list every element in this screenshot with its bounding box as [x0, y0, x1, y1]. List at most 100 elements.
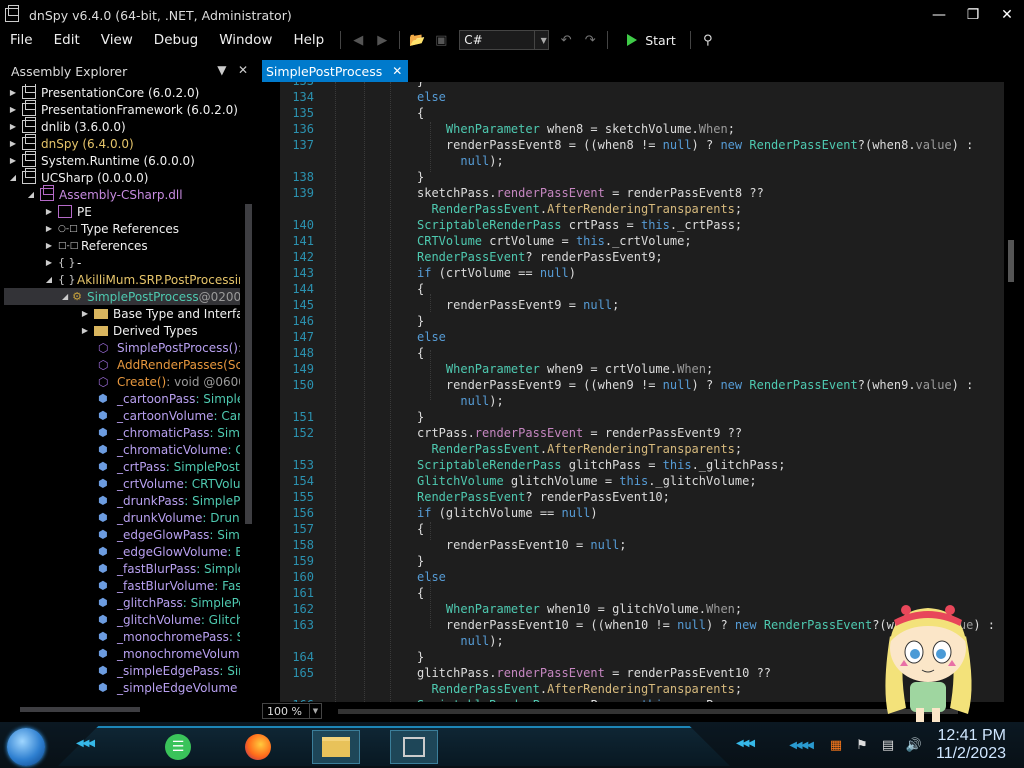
tree-node[interactable]: ▶ PresentationFramework (6.0.2.0)	[8, 100, 238, 118]
scrollbar-thumb[interactable]	[245, 204, 252, 524]
tree-node[interactable]: ⬡Create() : void @06000	[98, 373, 240, 390]
collapse-icon[interactable]: ◢	[62, 292, 68, 301]
expand-icon[interactable]: ▶	[8, 156, 18, 165]
chevron-down-icon: ▼	[534, 31, 548, 49]
tree-node[interactable]: ⬢ _glitchPass : SimplePo	[98, 594, 240, 611]
tree-node[interactable]: ▶Base Type and Interfaces	[80, 305, 240, 322]
expand-icon[interactable]: ▶	[44, 207, 54, 216]
collapse-icon[interactable]: ◢	[8, 173, 18, 182]
zoom-select[interactable]: 100 % ▼	[262, 703, 322, 719]
undo-icon[interactable]: ↶	[557, 31, 575, 49]
field-icon: ⬢	[98, 545, 108, 558]
tree-node[interactable]: ⬢_fastBlurPass : SimpleF	[98, 560, 240, 577]
tree-node[interactable]: ▶{ } -	[44, 254, 81, 271]
tree-node[interactable]: ⬢_simpleEdgePass : Sim	[98, 662, 240, 679]
tree-vertical-scrollbar[interactable]	[245, 84, 252, 704]
taskbar-clock[interactable]: 12:41 PM 11/2/2023	[936, 727, 1006, 763]
dnspy-taskbar-button[interactable]	[390, 730, 438, 764]
tree-node[interactable]: ⬡SimplePostProcess() : v	[98, 339, 240, 356]
tree-horizontal-scrollbar[interactable]	[10, 705, 240, 713]
line-number: 158	[292, 538, 314, 552]
tree-node[interactable]: ⬢_edgeGlowVolume : Ed	[98, 543, 240, 560]
tree-node[interactable]: ▶ PE	[44, 203, 92, 220]
back-icon[interactable]: ◀	[349, 31, 367, 49]
field-icon: ⬢	[98, 477, 108, 490]
editor-vertical-scrollbar[interactable]	[1004, 82, 1018, 702]
tree-node[interactable]: ⬢_fastBlurVolume : Fastl	[98, 577, 240, 594]
expand-icon[interactable]: ▶	[44, 258, 54, 267]
tree-node[interactable]: ▶ ○-□ Type References	[44, 220, 179, 237]
tree-node[interactable]: ⬢_glitchVolume : Glitch\	[98, 611, 240, 628]
tree-node[interactable]: ◢ Assembly-CSharp.dll	[26, 185, 183, 203]
expand-icon[interactable]: ▶	[80, 326, 90, 335]
expand-icon[interactable]: ▶	[8, 122, 18, 131]
menu-debug[interactable]: Debug	[144, 32, 209, 48]
collapse-icon[interactable]: ◢	[26, 190, 36, 199]
search-icon[interactable]: ⚲	[699, 31, 717, 49]
network-icon[interactable]: ▤	[878, 738, 898, 753]
tree-node[interactable]: ▶ dnlib (3.6.0.0)	[8, 117, 126, 135]
tree-node[interactable]: ▶ dnSpy (6.4.0.0)	[8, 134, 134, 152]
tree-node[interactable]: ▶ PresentationCore (6.0.2.0)	[8, 84, 199, 101]
tree-node[interactable]: ◢{ } AkilliMum.SRP.PostProcessing	[44, 271, 240, 288]
tree-node[interactable]: ⬢_edgeGlowPass : Simp	[98, 526, 240, 543]
firefox-button[interactable]	[234, 730, 282, 764]
app-tray-icon[interactable]: ▦	[826, 738, 846, 753]
scrollbar-thumb[interactable]	[338, 709, 958, 714]
tab-simplepostprocess[interactable]: SimplePostProcess ✕	[262, 60, 409, 82]
close-icon[interactable]: ✕	[238, 63, 248, 77]
close-button[interactable]: ✕	[990, 0, 1024, 30]
menu-file[interactable]: File	[0, 32, 44, 48]
tree-node[interactable]: ⬢_cartoonPass : SimpleF	[98, 390, 240, 407]
minimize-button[interactable]: —	[922, 0, 956, 30]
open-folder-icon[interactable]: 📂	[408, 31, 426, 49]
chevron-down-icon[interactable]: ▼	[217, 63, 226, 77]
expand-icon[interactable]: ▶	[8, 105, 18, 114]
scrollbar-thumb[interactable]	[20, 707, 140, 712]
expand-icon[interactable]: ▶	[44, 224, 54, 233]
expand-icon[interactable]: ▶	[80, 309, 90, 318]
method-icon: ⬡	[98, 358, 109, 372]
clock-time: 12:41 PM	[937, 727, 1006, 744]
collapse-icon[interactable]: ◢	[44, 275, 54, 284]
tree-node[interactable]: ⬢_drunkPass : SimplePo	[98, 492, 240, 509]
tree-node[interactable]: ⬢_drunkVolume : Drunk	[98, 509, 240, 526]
menu-view[interactable]: View	[91, 32, 144, 48]
flag-icon[interactable]: ⚑	[852, 738, 872, 753]
notes-app-button[interactable]: ☰	[154, 730, 202, 764]
tree-node[interactable]: ⬢ _monochromeVolume	[98, 645, 240, 662]
tree-node[interactable]: ⬢_chromaticPass : Simp	[98, 424, 240, 441]
expand-icon[interactable]: ▶	[8, 88, 18, 97]
scrollbar-thumb[interactable]	[1008, 240, 1014, 282]
tree-node-selected[interactable]: ◢ ⚙ SimplePostProcess @0200	[4, 288, 240, 305]
start-orb-button[interactable]	[7, 728, 45, 766]
start-button[interactable]: Start	[627, 33, 676, 48]
save-icon[interactable]: ▣	[432, 31, 450, 49]
tree-node[interactable]: ⬡AddRenderPasses(ScriptableRenderer	[98, 356, 240, 373]
tree-node[interactable]: ▶ □-□ References	[44, 237, 148, 254]
menu-edit[interactable]: Edit	[44, 32, 91, 48]
tree-node[interactable]: ⬢ _crtPass : SimplePostP	[98, 458, 240, 475]
menu-help[interactable]: Help	[283, 32, 335, 48]
tree-node[interactable]: ◢ UCSharp (0.0.0.0)	[8, 168, 148, 186]
redo-icon[interactable]: ↷	[581, 31, 599, 49]
file-explorer-button[interactable]	[312, 730, 360, 764]
code-text: if (crtVolume == null)	[417, 266, 576, 280]
expand-icon[interactable]: ▶	[44, 241, 54, 250]
tree-node[interactable]: ⬢_monochromePass : Si	[98, 628, 240, 645]
tree-node[interactable]: ⬢ _crtVolume : CRTVolu	[98, 475, 240, 492]
tree-node[interactable]: ▶ System.Runtime (6.0.0.0)	[8, 151, 195, 169]
code-text: ScriptableRenderPass crtPass = this._crt…	[417, 218, 743, 232]
tree-node[interactable]: ⬢_cartoonVolume : Cart	[98, 407, 240, 424]
forward-icon[interactable]: ▶	[373, 31, 391, 49]
tree-node[interactable]: ▶ Derived Types	[80, 322, 198, 339]
expand-icon[interactable]: ▶	[8, 139, 18, 148]
close-tab-icon[interactable]: ✕	[392, 64, 402, 78]
tree-node[interactable]: ⬢ _simpleEdgeVolume	[98, 679, 237, 696]
tree-node[interactable]: ⬢ _chromaticVolume : C	[98, 441, 240, 458]
language-select[interactable]: C# ▼	[459, 30, 550, 50]
assembly-tree[interactable]: ▶ PresentationCore (6.0.2.0) ▶ Presentatio…	[4, 84, 240, 704]
menu-window[interactable]: Window	[209, 32, 283, 48]
volume-icon[interactable]: 🔊	[904, 738, 924, 753]
maximize-button[interactable]: ❐	[956, 0, 990, 30]
